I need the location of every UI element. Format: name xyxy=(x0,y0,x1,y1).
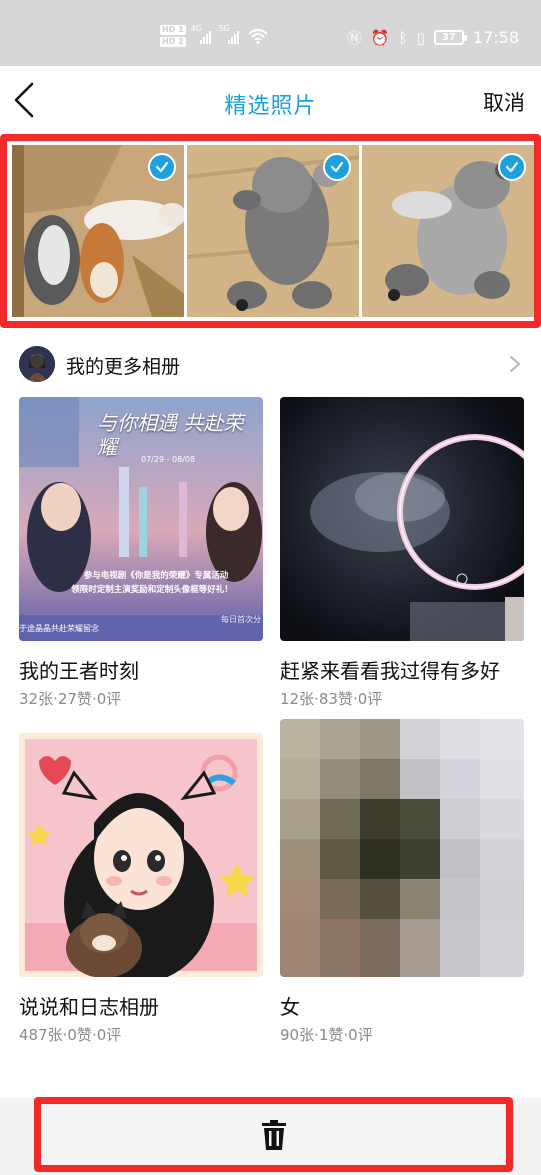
chevron-right-icon xyxy=(510,356,520,372)
clock: 17:58 xyxy=(472,28,519,47)
album-name: 我的王者时刻 xyxy=(19,659,139,683)
battery-icon: 37 xyxy=(433,30,467,45)
nfc-icon: Ⓝ xyxy=(346,28,362,47)
top-bar: 精选照片 取消 xyxy=(0,66,541,136)
check-icon xyxy=(498,153,526,181)
cover-footer-left: 于途晶晶共赴荣耀留念 xyxy=(19,624,99,633)
status-bar: HD 1 HD 2 4G 5G Ⓝ ⏰ ᛒ ▯ 37 17:58 xyxy=(0,0,541,66)
cover-footer-right: 每日首次分 xyxy=(221,615,261,624)
hd-badges: HD 1 HD 2 xyxy=(160,25,186,47)
album-stats: 32张·27赞·0评 xyxy=(19,690,122,708)
cover-date: 07/29 - 08/08 xyxy=(141,455,196,464)
album-name: 女 xyxy=(280,995,300,1019)
album-name: 赶紧来看看我过得有多好 xyxy=(280,659,500,683)
check-icon xyxy=(323,153,351,181)
cover-line-2: 领限时定制主演奖励和定制头像框等好礼！ xyxy=(71,585,233,595)
cover-line-1: 参与电视剧《你是我的荣耀》专属活动 xyxy=(83,571,229,581)
album-card-4[interactable]: 女 90张·1赞·0评 xyxy=(280,719,524,1045)
hd-badge-2: HD 2 xyxy=(160,37,186,47)
album-cover xyxy=(280,397,524,641)
album-card-3[interactable]: 说说和日志相册 487张·0赞·0评 xyxy=(19,733,263,1045)
alarm-icon: ⏰ xyxy=(370,28,390,47)
delete-button[interactable] xyxy=(34,1097,513,1172)
album-cover xyxy=(19,733,263,977)
selected-photos-strip xyxy=(0,134,541,328)
album-stats: 12张·83赞·0评 xyxy=(280,690,383,708)
signal-icon-sim1: 4G xyxy=(191,24,214,44)
more-albums-label: 我的更多相册 xyxy=(66,356,181,378)
signal-icon-sim2: 5G xyxy=(219,24,242,44)
album-stats: 90张·1赞·0评 xyxy=(280,1026,373,1044)
selected-photo-3[interactable] xyxy=(362,145,534,317)
status-bar-system: Ⓝ ⏰ ᛒ ▯ 37 17:58 xyxy=(347,28,519,47)
hd-badge-1: HD 1 xyxy=(160,25,186,35)
network-type-2: 5G xyxy=(218,24,230,33)
selected-photo-2[interactable] xyxy=(187,145,359,317)
album-name: 说说和日志相册 xyxy=(19,995,159,1019)
album-card-1[interactable]: 与你相遇 共赴荣耀 07/29 - 08/08 参与电视剧《你是我的荣耀》专属活… xyxy=(19,397,263,709)
album-card-2[interactable]: 赶紧来看看我过得有多好 12张·83赞·0评 xyxy=(280,397,524,709)
wifi-icon xyxy=(248,29,268,44)
page-title: 精选照片 xyxy=(224,94,317,119)
network-type-1: 4G xyxy=(190,24,202,33)
bluetooth-icon: ᛒ xyxy=(398,28,408,47)
vibrate-icon: ▯ xyxy=(416,28,425,47)
avatar xyxy=(19,346,55,382)
album-cover xyxy=(280,719,524,977)
selected-photo-1[interactable] xyxy=(12,145,184,317)
cover-headline: 与你相遇 共赴荣耀 xyxy=(97,411,244,459)
album-cover: 与你相遇 共赴荣耀 07/29 - 08/08 参与电视剧《你是我的荣耀》专属活… xyxy=(19,397,263,641)
cancel-button[interactable]: 取消 xyxy=(483,87,525,117)
status-bar-network: HD 1 HD 2 4G 5G xyxy=(160,24,268,47)
check-icon xyxy=(148,153,176,181)
more-albums-row[interactable]: 我的更多相册 xyxy=(0,340,541,386)
trash-icon xyxy=(261,1119,286,1150)
album-stats: 487张·0赞·0评 xyxy=(19,1026,122,1044)
